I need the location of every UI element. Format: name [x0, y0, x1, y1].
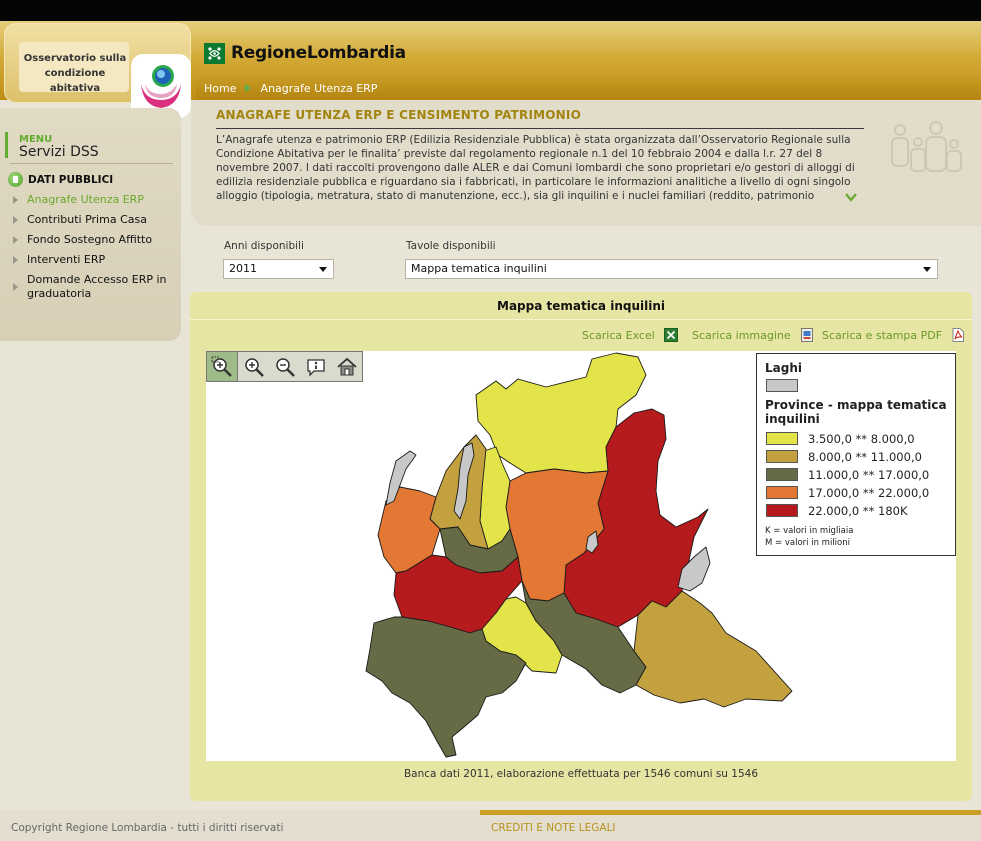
- legend-lakes-swatch: [766, 379, 798, 392]
- expand-chevron-icon[interactable]: [845, 191, 857, 206]
- legend-swatch: [766, 432, 798, 445]
- section-dati-pubblici[interactable]: DATI PUBBLICI: [8, 172, 113, 187]
- intro-title: ANAGRAFE UTENZA ERP E CENSIMENTO PATRIMO…: [216, 108, 581, 122]
- tables-label: Tavole disponibili: [406, 240, 496, 252]
- intro-text: L’Anagrafe utenza e patrimonio ERP (Edil…: [216, 134, 855, 205]
- sidebar-item-anagrafe-utenza-erp[interactable]: Anagrafe Utenza ERP: [10, 193, 170, 207]
- legend-class-label: 22.000,0 ** 180K: [808, 504, 908, 518]
- province-mantova: [633, 590, 793, 708]
- legend-lakes-title: Laghi: [765, 361, 802, 375]
- dropdown-arrow-icon: [319, 267, 327, 272]
- observatory-logo[interactable]: Osservatorio sulla condizione abitativa: [4, 23, 191, 118]
- sidebar-item-domande-accesso-erp[interactable]: Domande Accesso ERP in graduatoria: [10, 273, 170, 301]
- map-caption: Banca dati 2011, elaborazione effettuata…: [403, 768, 759, 780]
- legend-class-label: 17.000,0 ** 22.000,0: [808, 486, 930, 500]
- excel-icon: [663, 328, 678, 342]
- legend-note: M = valori in milioni: [765, 538, 850, 548]
- top-black-bar: [0, 0, 981, 21]
- legend-swatch: [766, 468, 798, 481]
- intro-panel: ANAGRAFE UTENZA ERP E CENSIMENTO PATRIMO…: [191, 100, 981, 226]
- breadcrumb-current[interactable]: Anagrafe Utenza ERP: [260, 82, 377, 95]
- dropdown-arrow-icon: [923, 267, 931, 272]
- logo-text: Osservatorio sulla condizione abitativa: [23, 53, 127, 94]
- map-panel-title: Mappa tematica inquilini: [497, 299, 665, 313]
- people-icon: [888, 120, 966, 179]
- sidebar-item-fondo-sostegno-affitto[interactable]: Fondo Sostegno Affitto: [10, 233, 170, 247]
- footer-copyright: Copyright Regione Lombardia - tutti i di…: [11, 822, 284, 834]
- legend-swatch: [766, 504, 798, 517]
- regione-lombardia-brand[interactable]: RegioneLombardia: [204, 42, 406, 64]
- download-excel-link[interactable]: Scarica Excel: [582, 328, 678, 342]
- legend-note: K = valori in migliaia: [765, 526, 854, 536]
- sidebar-nav: Anagrafe Utenza ERP Contributi Prima Cas…: [10, 193, 170, 307]
- footer-credits-link[interactable]: CREDITI E NOTE LEGALI: [491, 822, 616, 834]
- image-icon: [800, 328, 814, 342]
- sidebar-item-interventi-erp[interactable]: Interventi ERP: [10, 253, 170, 267]
- download-image-link[interactable]: Scarica immagine: [692, 328, 814, 342]
- years-label: Anni disponibili: [224, 240, 304, 252]
- info-icon: [8, 172, 23, 187]
- breadcrumb-arrow-icon: [245, 84, 252, 92]
- legend-class-label: 11.000,0 ** 17.000,0: [808, 468, 930, 482]
- map-legend: Laghi Province - mappa tematica inquilin…: [756, 353, 956, 556]
- sidebar-item-contributi-prima-casa[interactable]: Contributi Prima Casa: [10, 213, 170, 227]
- map-panel: Mappa tematica inquilini Scarica Excel S…: [190, 292, 972, 801]
- brand-name: RegioneLombardia: [231, 43, 406, 63]
- tables-select[interactable]: Mappa tematica inquilini: [405, 259, 938, 279]
- map-canvas[interactable]: Laghi Province - mappa tematica inquilin…: [206, 351, 956, 761]
- legend-provinces-title: Province - mappa tematica inquilini: [765, 398, 947, 426]
- legend-class-label: 8.000,0 ** 11.000,0: [808, 450, 922, 464]
- download-pdf-link[interactable]: Scarica e stampa PDF: [822, 328, 965, 342]
- sidebar: MENU Servizi DSS DATI PUBBLICI Anagrafe …: [0, 108, 181, 341]
- rose-camuna-icon: [204, 42, 225, 64]
- pdf-icon: [951, 328, 965, 342]
- years-select[interactable]: 2011: [223, 259, 334, 279]
- legend-swatch: [766, 486, 798, 499]
- menu-title: Servizi DSS: [19, 144, 99, 160]
- legend-class-label: 3.500,0 ** 8.000,0: [808, 432, 915, 446]
- breadcrumb: Home Anagrafe Utenza ERP: [196, 77, 981, 99]
- breadcrumb-home[interactable]: Home: [204, 82, 236, 95]
- intro-divider: [216, 128, 864, 129]
- legend-swatch: [766, 450, 798, 463]
